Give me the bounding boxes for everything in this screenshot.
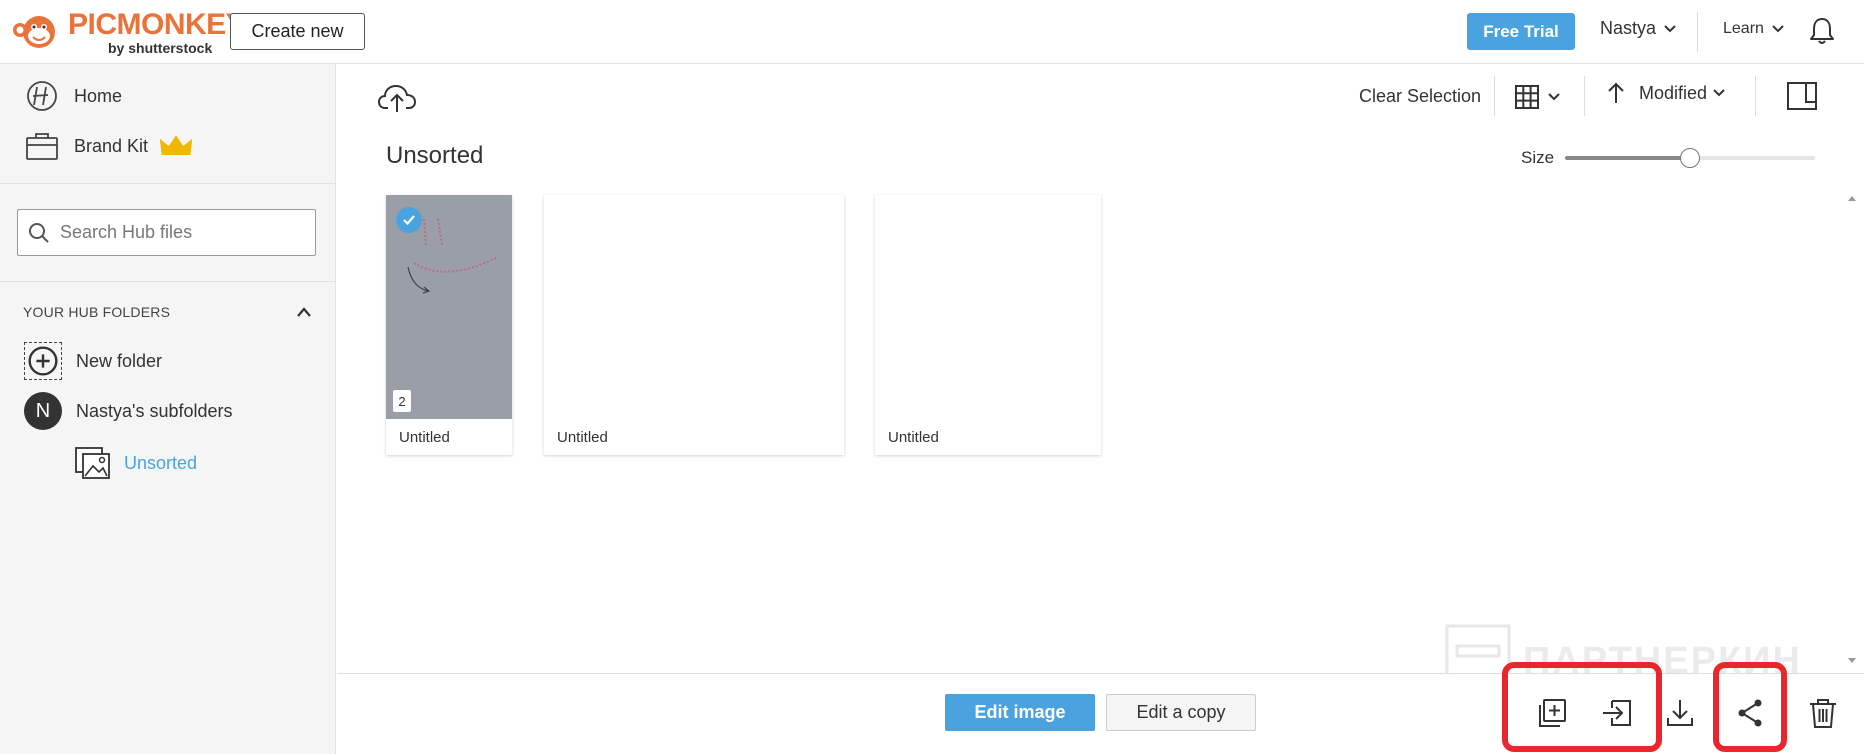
free-trial-button[interactable]: Free Trial <box>1467 13 1575 50</box>
size-label: Size <box>1521 148 1555 167</box>
sidebar-item-subfolders[interactable]: N Nastya's subfolders <box>24 392 233 430</box>
sidebar-item-unsorted[interactable]: Unsorted <box>74 444 197 482</box>
logo-wordmark: PICMONKEY <box>68 8 246 41</box>
scroll-down-arrow[interactable] <box>1847 657 1857 665</box>
sort-dropdown[interactable]: Modified <box>1607 82 1725 104</box>
folder-title: Unsorted <box>386 142 484 169</box>
monkey-logo-icon <box>13 16 55 48</box>
unsorted-label: Unsorted <box>124 452 198 473</box>
photos-folder-icon <box>75 447 110 479</box>
view-toggle[interactable] <box>1514 84 1560 110</box>
file-thumbnail[interactable] <box>544 195 844 419</box>
chevron-up-icon[interactable] <box>296 306 312 318</box>
grid-icon <box>1515 85 1539 109</box>
avatar: N <box>24 392 62 430</box>
file-thumbnail[interactable] <box>875 195 1101 419</box>
edit-copy-button[interactable]: Edit a copy <box>1106 694 1256 731</box>
create-new-button[interactable]: Create new <box>230 13 365 50</box>
duplicate-icon[interactable] <box>1535 696 1569 730</box>
home-hub-icon <box>27 81 57 111</box>
search-input[interactable] <box>60 222 300 243</box>
bell-icon[interactable] <box>1808 16 1836 46</box>
toolbar-divider <box>1494 76 1495 116</box>
sidebar-item-brand-kit[interactable]: Brand Kit <box>24 130 194 162</box>
page-count-badge: 2 <box>393 390 411 412</box>
clear-selection-button[interactable]: Clear Selection <box>1359 86 1481 107</box>
file-name: Untitled <box>888 429 939 446</box>
trash-icon[interactable] <box>1806 696 1840 730</box>
home-label: Home <box>74 85 123 106</box>
crown-icon <box>159 135 193 155</box>
logo-subtitle: by shutterstock <box>108 40 213 56</box>
top-bar: PICMONKEY by shutterstock Create new Fre… <box>0 0 1864 64</box>
new-folder-label: New folder <box>76 350 163 371</box>
sidebar-divider <box>0 183 336 184</box>
folders-header: YOUR HUB FOLDERS <box>23 304 171 320</box>
sidebar-item-home[interactable]: Home <box>24 80 122 112</box>
brand-kit-label: Brand Kit <box>74 135 149 156</box>
selected-check-icon[interactable] <box>396 207 422 233</box>
chevron-down-icon <box>1548 93 1560 101</box>
search-icon <box>29 222 49 243</box>
file-card[interactable]: Untitled <box>544 195 844 455</box>
arrow-up-icon <box>1608 82 1624 103</box>
side-panel-icon[interactable] <box>1786 80 1818 112</box>
search-box[interactable] <box>17 209 316 256</box>
file-name: Untitled <box>399 429 450 446</box>
add-folder-icon <box>24 342 62 380</box>
picmonkey-logo[interactable]: PICMONKEY by shutterstock <box>6 8 246 56</box>
move-to-folder-icon[interactable] <box>1600 696 1634 730</box>
chevron-down-icon <box>1713 89 1725 97</box>
toolbar-divider <box>1755 76 1756 116</box>
edit-image-button[interactable]: Edit image <box>945 694 1095 731</box>
user-menu[interactable]: Nastya <box>1600 18 1676 39</box>
share-icon[interactable] <box>1733 696 1767 730</box>
cloud-upload-icon[interactable] <box>377 82 417 114</box>
learn-label: Learn <box>1723 20 1764 37</box>
chevron-down-icon <box>1772 25 1784 33</box>
download-icon[interactable] <box>1663 696 1697 730</box>
sidebar-divider <box>0 281 336 282</box>
briefcase-icon <box>26 133 58 160</box>
file-card[interactable]: 2 Untitled <box>386 195 512 455</box>
size-slider[interactable] <box>1565 148 1815 168</box>
file-name: Untitled <box>557 429 608 446</box>
header-divider <box>1697 12 1698 52</box>
size-slider-fill <box>1565 156 1690 160</box>
sidebar: Home Brand Kit YOUR HUB FOLDERS <box>0 64 336 754</box>
subfolders-label: Nastya's subfolders <box>76 400 233 421</box>
learn-menu[interactable]: Learn <box>1723 20 1784 38</box>
toolbar-divider <box>1584 76 1585 116</box>
user-name: Nastya <box>1600 18 1657 38</box>
highlight-box <box>1502 662 1662 752</box>
new-folder-button[interactable]: New folder <box>24 342 162 380</box>
sort-label: Modified <box>1639 82 1708 103</box>
file-card[interactable]: Untitled <box>875 195 1101 455</box>
bottom-action-bar: Edit image Edit a copy <box>337 662 1864 754</box>
size-slider-thumb[interactable] <box>1680 148 1700 168</box>
scroll-up-arrow[interactable] <box>1847 194 1857 202</box>
chevron-down-icon <box>1664 24 1676 32</box>
